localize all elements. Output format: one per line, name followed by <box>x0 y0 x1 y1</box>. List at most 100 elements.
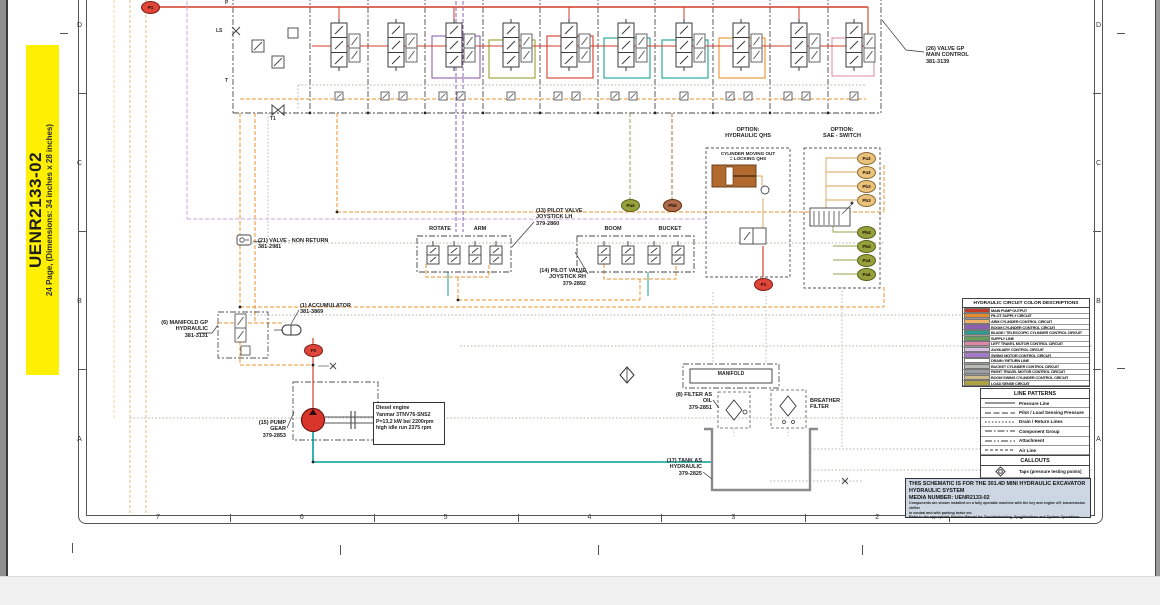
label-manifold: MANIFOLD <box>717 371 745 377</box>
line-pattern-row: Attachment <box>981 437 1089 446</box>
port-oval-sae-6: Pb4 <box>857 240 876 253</box>
color-swatch <box>964 352 990 358</box>
label-qhs-note: CYLINDER MOVING OUT = LOCKING QHS <box>720 151 776 162</box>
port-oval-sae-3: Pb3 <box>857 180 876 193</box>
line-pattern-sample <box>981 400 1019 406</box>
tap-icon <box>994 466 1006 478</box>
line-pattern-title: LINE PATTERNS <box>981 389 1089 399</box>
line-pattern-label: Pressure Line <box>1019 400 1050 406</box>
color-legend-title: HYDRAULIC CIRCUIT COLOR DESCRIPTIONS <box>963 299 1089 308</box>
color-legend-row: LOAD SENSE CIRCUIT <box>963 380 1089 387</box>
info-body-line: Components are shown installed on a full… <box>909 501 1086 510</box>
line-pattern-label: Air Line <box>1019 447 1037 453</box>
label-pilot-lh: (13) PILOT VALVE JOYSTICK LH 379-2860 <box>536 208 583 227</box>
color-swatch <box>964 358 990 364</box>
line-pattern-label: Component Group <box>1019 428 1060 434</box>
color-swatch <box>964 313 990 319</box>
valve-spools <box>330 18 876 101</box>
color-legend-label: BLADE / TELESCOPIC CYLINDER CONTROL CIRC… <box>991 330 1082 336</box>
line-pattern-sample <box>981 428 1019 434</box>
line-pattern-label: Drain / Return Lines <box>1019 419 1063 425</box>
line-pattern-row: Pilot / Load Sensing Pressure <box>981 408 1089 418</box>
info-heading-line: MEDIA NUMBER: UENR2133-02 <box>909 494 990 501</box>
info-heading-line: THIS SCHEMATIC IS FOR THE 301.4D MINI HY… <box>909 481 1086 487</box>
page-navigation-toolbar: 2 / 2 <box>0 576 1160 605</box>
color-legend-label: SWING MOTOR CONTROL CIRCUIT <box>991 352 1052 358</box>
line-pattern-sample <box>981 447 1019 453</box>
info-heading-line: HYDRAULIC SYSTEM <box>909 487 965 494</box>
label-breather: BREATHER FILTER <box>810 398 841 411</box>
port-oval-pb5: Pb5 <box>663 199 682 212</box>
callouts-title: CALLOUTS <box>981 455 1089 467</box>
line-pattern-row: Air Line <box>981 446 1089 456</box>
color-legend-label: AUXILIARY CONTROL CIRCUIT <box>991 346 1044 352</box>
color-swatch <box>964 369 990 375</box>
color-swatch <box>964 380 990 386</box>
color-legend-label: BOOM CYLINDER CONTROL CIRCUIT <box>991 324 1056 330</box>
label-option-sae: OPTION: SAE - SWITCH <box>823 127 861 140</box>
label-arm: ARM <box>473 226 487 232</box>
media-number-tag: UENR2133-02 24 Page, (Dimensions: 34 inc… <box>26 45 59 375</box>
line-pattern-label: Attachment <box>1019 438 1045 444</box>
line-pattern-row: Drain / Return Lines <box>981 418 1089 428</box>
schematic-info-box: THIS SCHEMATIC IS FOR THE 301.4D MINI HY… <box>905 478 1091 520</box>
color-legend-label: DRAIN / RETURN LINE <box>991 358 1029 364</box>
window-edge-left-line <box>6 0 8 576</box>
info-box-heading: THIS SCHEMATIC IS FOR THE 301.4D MINI HY… <box>909 481 1087 501</box>
color-legend-label: PILOT SUPPLY CIRCUIT <box>991 313 1032 319</box>
info-box-body: Components are shown installed on a full… <box>909 501 1087 520</box>
color-swatch <box>964 330 990 336</box>
media-number-subtitle: 24 Page, (Dimensions: 34 inches x 28 inc… <box>45 123 54 297</box>
line-pattern-sample <box>981 419 1019 425</box>
color-swatch <box>964 307 990 313</box>
line-pattern-label: Pilot / Load Sensing Pressure <box>1019 410 1084 416</box>
window-edge-right <box>1156 0 1160 576</box>
label-tank: (17) TANK AS HYDRAULIC 379-2825 <box>666 458 702 477</box>
color-legend-label: SUPPLY LINE <box>991 335 1014 341</box>
color-legend-label: BOOM SWING CYLINDER CONTROL CIRCUIT <box>991 374 1069 380</box>
callout-icon-cell <box>981 466 1019 478</box>
label-valve-gp: (26) VALVE GP MAIN CONTROL 381-3139 <box>926 46 969 65</box>
media-number-title: UENR2133-02 <box>26 151 45 269</box>
label-filter-oil: (8) FILTER AS OIL 379-2851 <box>675 392 712 411</box>
info-body-line: Refer to the appropriate Service Manual … <box>909 515 1081 520</box>
line-pattern-sample <box>981 438 1019 444</box>
port-label-ls: LS <box>216 28 223 34</box>
port-oval-pa4: Pa4 <box>621 199 640 212</box>
color-swatch <box>964 374 990 381</box>
color-swatch <box>964 363 990 369</box>
label-bucket: BUCKET <box>658 226 682 232</box>
color-swatch <box>964 324 990 330</box>
color-swatch <box>964 335 990 341</box>
line-pattern-table: LINE PATTERNS Pressure Line Pilot / Load … <box>980 388 1090 492</box>
color-swatch <box>964 318 990 325</box>
color-swatch <box>964 341 990 347</box>
line-pattern-sample <box>981 410 1019 416</box>
callout-label: Taps (pressure testing points) <box>1019 469 1082 475</box>
label-pilot-rh: (14) PILOT VALVE JOYSTICK RH 379-2892 <box>539 268 586 287</box>
port-oval-sae-1: Pa3 <box>857 152 876 165</box>
color-swatch <box>964 346 990 353</box>
color-legend-label: BUCKET CYLINDER CONTROL CIRCUIT <box>991 363 1060 369</box>
color-legend-label: ARM CYLINDER CONTROL CIRCUIT <box>991 318 1053 324</box>
port-label-t1: T1 <box>270 116 276 122</box>
label-pump-gear: (15) PUMP GEAR 379-2853 <box>258 420 286 439</box>
label-rotate: ROTATE <box>429 226 451 232</box>
port-oval-sae-7: Pa4 <box>857 254 876 267</box>
line-pattern-rows: Pressure Line Pilot / Load Sensing Pressu… <box>981 399 1089 456</box>
color-legend-label: LOAD SENSE CIRCUIT <box>991 380 1030 386</box>
joystick-spools <box>426 240 685 265</box>
label-accumulator: (1) ACCUMULATOR 381-3869 <box>300 303 351 316</box>
label-non-return: (21) VALVE - NON RETURN 381-2981 <box>258 238 329 251</box>
label-manifold-gp: (6) MANIFOLD GP HYDRAULIC 381-3131 <box>161 320 208 339</box>
port-oval-p1: P1 <box>141 1 160 14</box>
line-pattern-row: Component Group <box>981 427 1089 437</box>
label-boom: BOOM <box>604 226 622 232</box>
color-legend-rows: MAIN PUMP OUTPUT PILOT SUPPLY CIRCUIT ARM … <box>963 307 1089 387</box>
engine-spec-box: Diesel engine Yanmar 3TNV76-SNS2 P=13,2 … <box>373 402 445 445</box>
port-oval-sae-5: Pb4 <box>857 226 876 239</box>
port-oval-sae-8: Pa4 <box>857 268 876 281</box>
color-legend-label: RIGHT TRAVEL MOTOR CONTROL CIRCUIT <box>991 369 1066 375</box>
callout-row: Taps (pressure testing points) <box>981 466 1089 479</box>
color-legend-table: HYDRAULIC CIRCUIT COLOR DESCRIPTIONS MAI… <box>962 298 1090 388</box>
